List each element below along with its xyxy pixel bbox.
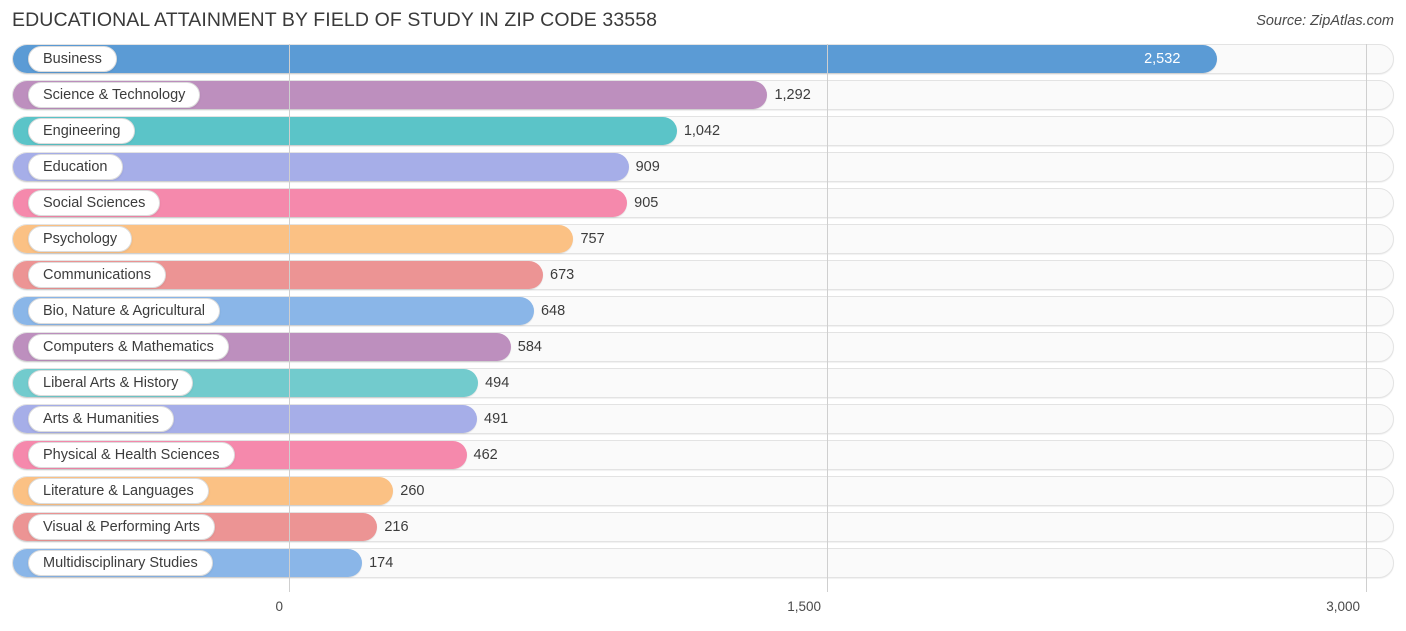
category-label: Business (43, 50, 102, 67)
bar-rows: Business 2,532 Science & Technology 1,292 En… (0, 44, 1406, 584)
value-label: 648 (540, 303, 566, 319)
category-label: Science & Technology (43, 86, 186, 103)
category-label: Visual & Performing Arts (43, 518, 200, 535)
bar-row[interactable]: Multidisciplinary Studies 174 (12, 548, 1394, 578)
chart-header: EDUCATIONAL ATTAINMENT BY FIELD OF STUDY… (0, 0, 1406, 44)
category-label-pill: Physical & Health Sciences (28, 442, 235, 468)
bar-row[interactable]: Literature & Languages 260 (12, 476, 1394, 506)
chart-plot-area: Business 2,532 Science & Technology 1,292 En… (0, 44, 1406, 595)
value-label: 1,042 (683, 123, 721, 139)
bar-row[interactable]: Communications 673 (12, 260, 1394, 290)
bar-row[interactable]: Physical & Health Sciences 462 (12, 440, 1394, 470)
bar-row[interactable]: Liberal Arts & History 494 (12, 368, 1394, 398)
category-label-pill: Multidisciplinary Studies (28, 550, 213, 576)
category-label: Computers & Mathematics (43, 338, 214, 355)
category-label: Engineering (43, 122, 121, 139)
value-label: 673 (550, 267, 575, 283)
value-label: 260 (400, 483, 425, 499)
bar-row[interactable]: Social Sciences 905 (12, 188, 1394, 218)
category-label: Bio, Nature & Agricultural (43, 302, 205, 319)
value-label: 2,532 (1144, 51, 1181, 67)
category-label-pill: Bio, Nature & Agricultural (28, 298, 220, 324)
x-axis-tick-label: 3,000 (1326, 599, 1360, 614)
category-label-pill: Business (28, 46, 117, 72)
value-label: 494 (485, 375, 510, 391)
bar-row[interactable]: Visual & Performing Arts 216 (12, 512, 1394, 542)
category-label-pill: Visual & Performing Arts (28, 514, 215, 540)
bar-row[interactable]: Business 2,532 (12, 44, 1394, 74)
category-label: Liberal Arts & History (43, 374, 179, 391)
value-label: 909 (635, 159, 660, 175)
category-label-pill: Engineering (28, 118, 136, 144)
value-bar[interactable] (13, 45, 1218, 73)
category-label: Education (43, 158, 108, 175)
category-label: Social Sciences (43, 194, 146, 211)
value-label: 584 (517, 339, 542, 355)
category-label-pill: Education (28, 154, 123, 180)
category-label-pill: Computers & Mathematics (28, 334, 229, 360)
bar-row[interactable]: Bio, Nature & Agricultural 648 (12, 296, 1394, 326)
category-label-pill: Literature & Languages (28, 478, 209, 504)
value-label: 1,292 (774, 87, 811, 103)
category-label: Multidisciplinary Studies (43, 554, 198, 571)
bar-row[interactable]: Education 909 (12, 152, 1394, 182)
value-label: 491 (484, 411, 509, 427)
category-label: Literature & Languages (43, 482, 194, 499)
source-attribution: Source: ZipAtlas.com (1256, 13, 1394, 29)
bar-row[interactable]: Arts & Humanities 491 (12, 404, 1394, 434)
category-label: Arts & Humanities (43, 410, 160, 427)
bar-row[interactable]: Computers & Mathematics 584 (12, 332, 1394, 362)
value-label: 216 (384, 519, 409, 535)
page-title: EDUCATIONAL ATTAINMENT BY FIELD OF STUDY… (12, 9, 658, 31)
x-axis-tick-label: 0 (275, 599, 283, 614)
category-label: Psychology (43, 230, 118, 247)
value-label: 462 (473, 447, 498, 463)
x-axis-tick-label: 1,500 (787, 599, 821, 614)
value-label: 757 (580, 231, 605, 247)
category-label-pill: Psychology (28, 226, 133, 252)
x-axis: 0 1,500 3,000 (0, 595, 1406, 627)
category-label: Communications (43, 266, 151, 283)
category-label: Physical & Health Sciences (43, 446, 220, 463)
category-label-pill: Science & Technology (28, 82, 201, 108)
category-label-pill: Arts & Humanities (28, 406, 175, 432)
bar-row[interactable]: Engineering 1,042 (12, 116, 1394, 146)
bar-row[interactable]: Science & Technology 1,292 (12, 80, 1394, 110)
category-label-pill: Social Sciences (28, 190, 161, 216)
bar-row[interactable]: Psychology 757 (12, 224, 1394, 254)
category-label-pill: Communications (28, 262, 166, 288)
value-label: 905 (634, 195, 659, 211)
value-label: 174 (369, 555, 394, 571)
category-label-pill: Liberal Arts & History (28, 370, 194, 396)
